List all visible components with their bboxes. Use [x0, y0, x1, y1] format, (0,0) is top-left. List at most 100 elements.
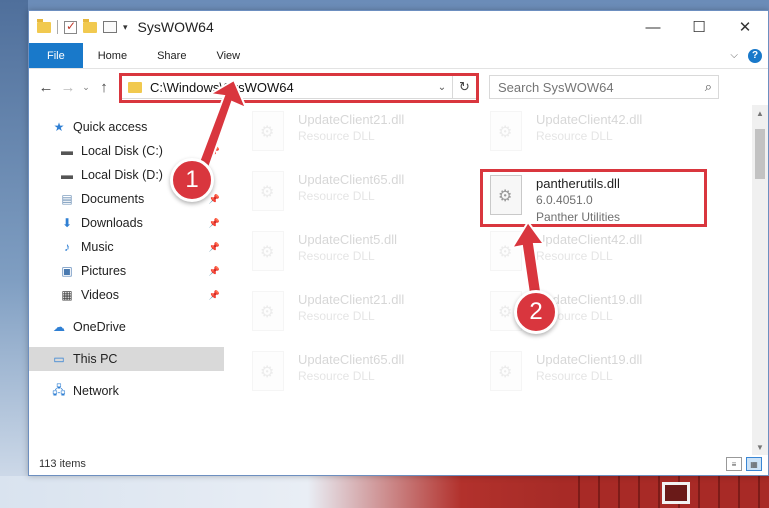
pin-icon: 📌: [208, 289, 220, 300]
nav-label: OneDrive: [73, 320, 126, 334]
scroll-thumb[interactable]: [755, 129, 765, 179]
help-icon[interactable]: ?: [748, 48, 762, 63]
expand-ribbon-icon[interactable]: ⌵: [730, 50, 738, 61]
desktop-background-left: [0, 0, 28, 508]
minimize-button[interactable]: —: [630, 11, 676, 43]
vertical-scrollbar[interactable]: ▲ ▼: [752, 105, 768, 455]
nav-gap: [29, 339, 224, 347]
drive-icon: ▬: [61, 168, 73, 182]
file-item[interactable]: UpdateClient21.dll Resource DLL: [252, 287, 472, 339]
nav-quick-access[interactable]: ★ Quick access: [29, 115, 224, 139]
tab-home[interactable]: Home: [83, 43, 142, 68]
nav-item-music[interactable]: ♪ Music 📌: [29, 235, 224, 259]
address-path[interactable]: C:\Windows\SysWOW64: [150, 80, 294, 95]
computer-icon: ▭: [53, 352, 65, 366]
dll-file-icon: [252, 171, 284, 211]
file-name: UpdateClient65.dll: [298, 172, 405, 187]
step-2-badge: 2: [514, 290, 558, 334]
file-name: UpdateClient42.dll: [536, 232, 643, 247]
tiles-view-icon[interactable]: ▦: [746, 457, 762, 471]
pin-icon: 📌: [208, 145, 220, 156]
network-icon: 🖧: [52, 382, 66, 397]
recent-locations-icon[interactable]: ⌄: [79, 82, 93, 93]
up-arrow-icon[interactable]: ↑: [93, 79, 115, 96]
documents-icon: ▤: [61, 192, 73, 206]
toolbar-separator: [57, 20, 58, 34]
file-desc: Resource DLL: [536, 129, 613, 143]
scroll-up-icon[interactable]: ▲: [752, 105, 768, 121]
file-desc: Resource DLL: [536, 369, 613, 383]
nav-label: Pictures: [81, 264, 127, 278]
new-folder-icon[interactable]: [83, 18, 97, 33]
address-row: ← → ⌄ ↑ C:\Windows\SysWOW64 ⌄ ↻ ⌕: [29, 69, 768, 105]
details-view-icon[interactable]: ≡: [726, 457, 742, 471]
nav-label: Quick access: [73, 120, 148, 134]
close-button[interactable]: ✕: [722, 11, 768, 43]
back-arrow-icon[interactable]: ←: [35, 79, 57, 96]
window-controls: — ☐ ✕: [630, 11, 768, 43]
desktop-barn-window: [662, 482, 690, 504]
forward-arrow-icon[interactable]: →: [57, 79, 79, 96]
properties-check-icon[interactable]: [64, 19, 77, 34]
nav-this-pc[interactable]: ▭ This PC: [29, 347, 224, 371]
file-name: UpdateClient42.dll: [536, 112, 643, 127]
file-item[interactable]: UpdateClient19.dll Resource DLL: [490, 347, 710, 399]
pictures-icon: ▣: [61, 264, 73, 278]
file-name: UpdateClient21.dll: [298, 112, 405, 127]
file-name: UpdateClient65.dll: [298, 352, 405, 367]
nav-item-pictures[interactable]: ▣ Pictures 📌: [29, 259, 224, 283]
file-item[interactable]: UpdateClient5.dll Resource DLL: [252, 227, 472, 279]
file-list: UpdateClient21.dll Resource DLL UpdateCli…: [224, 105, 768, 455]
folder-icon: [128, 81, 142, 93]
refresh-icon[interactable]: ↻: [452, 75, 476, 99]
file-desc: Resource DLL: [536, 249, 613, 263]
folder-icon[interactable]: [37, 18, 51, 33]
dll-file-icon: [490, 111, 522, 151]
customize-icon[interactable]: [103, 21, 117, 33]
search-icon[interactable]: ⌕: [705, 79, 712, 95]
file-desc: Resource DLL: [298, 369, 375, 383]
chevron-down-icon[interactable]: ⌄: [432, 82, 452, 93]
file-name: UpdateClient19.dll: [536, 352, 643, 367]
nav-network[interactable]: 🖧 Network: [29, 379, 224, 403]
nav-label: Videos: [81, 288, 119, 302]
nav-item-downloads[interactable]: ⬇ Downloads 📌: [29, 211, 224, 235]
file-item[interactable]: UpdateClient65.dll Resource DLL: [252, 167, 472, 219]
nav-label: Documents: [81, 192, 145, 206]
view-buttons: ≡ ▦: [726, 457, 762, 471]
dll-file-icon: [490, 351, 522, 391]
address-bar[interactable]: C:\Windows\SysWOW64 ⌄ ↻: [119, 73, 479, 103]
nav-label: Local Disk (C:): [81, 144, 163, 158]
cloud-icon: ☁: [53, 320, 65, 334]
search-box[interactable]: ⌕: [489, 75, 719, 99]
file-item[interactable]: UpdateClient65.dll Resource DLL: [252, 347, 472, 399]
chevron-down-icon[interactable]: ▾: [123, 22, 128, 33]
pin-icon: 📌: [208, 265, 220, 276]
maximize-button[interactable]: ☐: [676, 11, 722, 43]
file-item[interactable]: UpdateClient42.dll Resource DLL: [490, 107, 710, 159]
ribbon-tabs: File Home Share View ⌵ ?: [29, 43, 768, 69]
nav-gap: [29, 307, 224, 315]
tab-view[interactable]: View: [201, 43, 255, 68]
title-bar: ▾ SysWOW64 — ☐ ✕: [29, 11, 768, 43]
file-desc: Resource DLL: [298, 129, 375, 143]
file-item[interactable]: UpdateClient42.dll Resource DLL: [490, 227, 710, 279]
nav-label: This PC: [73, 352, 118, 366]
window-title: SysWOW64: [137, 19, 214, 35]
explorer-window: ▾ SysWOW64 — ☐ ✕ File Home Share View ⌵ …: [28, 10, 769, 476]
tab-share[interactable]: Share: [142, 43, 201, 68]
dll-file-icon: [252, 291, 284, 331]
file-highlight-box: [480, 169, 707, 227]
nav-gap: [29, 371, 224, 379]
ribbon-right: ⌵ ?: [730, 43, 768, 68]
file-desc: Resource DLL: [298, 189, 375, 203]
videos-icon: ▦: [61, 288, 73, 302]
file-item[interactable]: UpdateClient21.dll Resource DLL: [252, 107, 472, 159]
dll-file-icon: [252, 351, 284, 391]
nav-label: Downloads: [81, 216, 143, 230]
nav-item-videos[interactable]: ▦ Videos 📌: [29, 283, 224, 307]
pin-icon: 📌: [208, 217, 220, 228]
search-input[interactable]: [498, 79, 688, 95]
tab-file[interactable]: File: [29, 43, 83, 68]
nav-onedrive[interactable]: ☁ OneDrive: [29, 315, 224, 339]
